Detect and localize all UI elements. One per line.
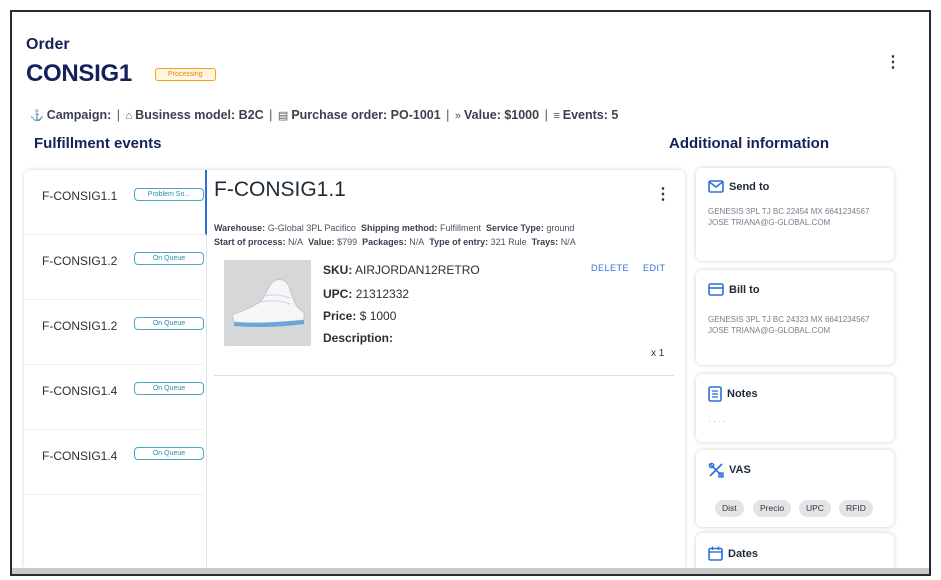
event-status-badge: Problem So... (134, 188, 204, 201)
event-status-badge: On Queue (134, 447, 204, 460)
order-label: Order (26, 36, 70, 53)
mail-icon (708, 180, 724, 193)
product-upc: UPC: 21312332 (323, 287, 410, 301)
event-name: F-CONSIG1.2 (42, 319, 118, 333)
event-name: F-CONSIG1.4 (42, 384, 118, 398)
event-detail-title: F-CONSIG1.1 (214, 178, 346, 201)
product-sku: SKU: AIRJORDAN12RETRO (323, 263, 480, 277)
more-vert-icon[interactable]: ⋮ (655, 187, 671, 203)
status-badge: Processing (155, 68, 216, 81)
order-meta: ⚓ Campaign: | ⌂ Business model: B2C | ▤ Pur… (30, 108, 619, 122)
event-list: F-CONSIG1.1 Problem So... F-CONSIG1.2 On… (24, 170, 207, 570)
delete-button[interactable]: DELETE (591, 263, 629, 273)
send-to-header: Send to (708, 180, 769, 193)
send-to-address: GENESIS 3PL TJ BC 22454 MX 6641234567 JO… (708, 207, 870, 227)
event-detail: F-CONSIG1.1 ⋮ Warehouse: G-Global 3PL Pa… (214, 170, 679, 570)
vas-chip: UPC (799, 500, 831, 517)
value-icon: » (454, 110, 462, 122)
dates-header: Dates (708, 546, 758, 561)
share-icon: ⚓ (30, 110, 44, 122)
vas-header: VAS (708, 462, 751, 478)
notes-text: · · · · (708, 417, 726, 426)
notes-icon (708, 386, 722, 402)
send-to-card: Send to GENESIS 3PL TJ BC 22454 MX 66412… (696, 168, 894, 261)
product-image (224, 260, 311, 346)
notes-card: Notes · · · · (696, 374, 894, 442)
send-to-title: Send to (729, 180, 770, 193)
vas-chip: Dist (715, 500, 744, 517)
card-icon (708, 283, 724, 296)
notes-title: Notes (727, 388, 758, 400)
purchase-order: Purchase order: PO-1001 (291, 108, 441, 122)
campaign-label: Campaign: (46, 108, 112, 122)
tools-icon (708, 462, 724, 478)
event-name: F-CONSIG1.1 (42, 189, 118, 203)
order-value: Value: $1000 (464, 108, 540, 122)
dates-title: Dates (728, 547, 758, 560)
event-name: F-CONSIG1.4 (42, 449, 118, 463)
notes-header: Notes (708, 386, 758, 402)
vas-chip: Precio (753, 500, 792, 517)
product-description: Description: (323, 331, 394, 345)
edit-button[interactable]: EDIT (643, 263, 666, 273)
bill-to-address: GENESIS 3PL TJ BC 24323 MX 6641234567 JO… (708, 315, 870, 335)
event-item[interactable]: F-CONSIG1.1 Problem So... (24, 170, 207, 235)
order-page: Order CONSIG1 Processing ⋮ ⚓ Campaign: | … (10, 10, 931, 576)
document-icon: ▤ (277, 110, 289, 122)
event-status-badge: On Queue (134, 382, 204, 395)
vas-title: VAS (729, 464, 751, 476)
bill-to-header: Bill to (708, 283, 760, 296)
event-item[interactable]: F-CONSIG1.2 On Queue (24, 235, 204, 300)
vas-card: VAS Dist Precio UPC RFID (696, 450, 894, 527)
horizontal-scrollbar[interactable] (12, 568, 929, 574)
bill-to-title: Bill to (729, 283, 760, 296)
business-model: Business model: B2C (135, 108, 264, 122)
event-detail-meta: Warehouse: G-Global 3PL Pacifico Shippin… (214, 223, 576, 247)
bill-to-card: Bill to GENESIS 3PL TJ BC 24323 MX 66412… (696, 270, 894, 365)
event-item[interactable]: F-CONSIG1.4 On Queue (24, 365, 204, 430)
more-vert-icon[interactable]: ⋮ (885, 55, 901, 71)
event-item[interactable]: F-CONSIG1.2 On Queue (24, 300, 204, 365)
fulfillment-events-title: Fulfillment events (34, 135, 162, 152)
calendar-icon (708, 546, 723, 561)
divider (214, 375, 674, 376)
fulfillment-panel: F-CONSIG1.1 Problem So... F-CONSIG1.2 On… (24, 170, 685, 570)
business-icon: ⌂ (125, 110, 133, 122)
list-icon: ≡ (553, 110, 560, 122)
order-id: CONSIG1 (26, 60, 132, 87)
event-name: F-CONSIG1.2 (42, 254, 118, 268)
event-status-badge: On Queue (134, 252, 204, 265)
product-price: Price: $ 1000 (323, 309, 397, 323)
additional-info-title: Additional information (669, 135, 829, 152)
vas-chip: RFID (839, 500, 873, 517)
event-item[interactable]: F-CONSIG1.4 On Queue (24, 430, 204, 495)
product-quantity: x 1 (651, 348, 665, 359)
events-count: Events: 5 (562, 108, 619, 122)
event-status-badge: On Queue (134, 317, 204, 330)
